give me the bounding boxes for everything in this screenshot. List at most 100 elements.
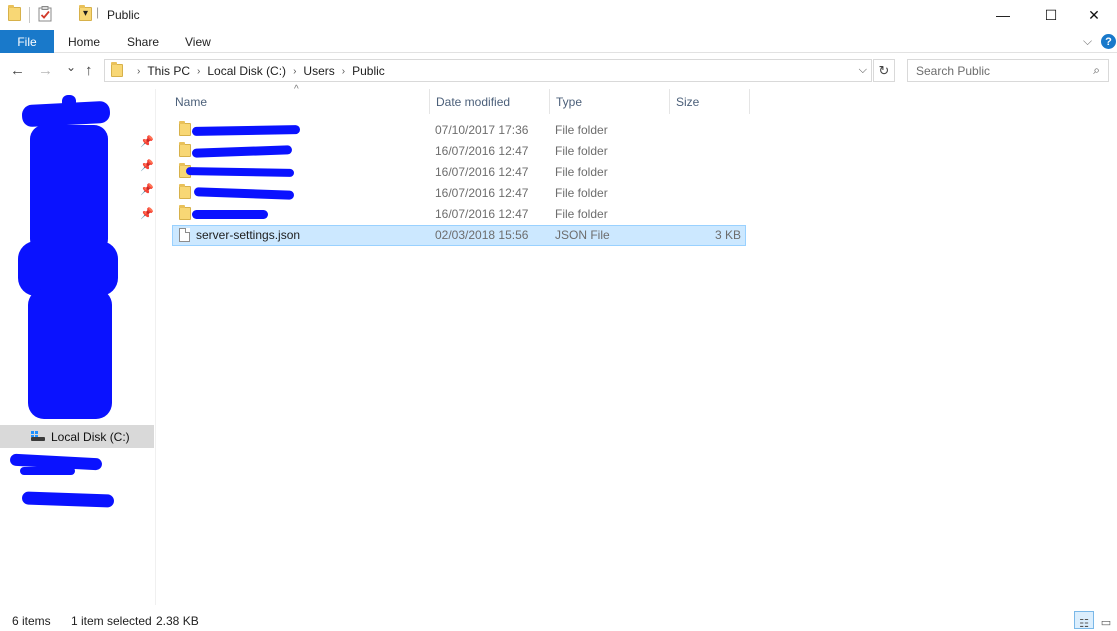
tab-file[interactable]: File bbox=[0, 30, 54, 53]
address-bar[interactable]: › This PC › Local Disk (C:) › Users › Pu… bbox=[104, 59, 872, 82]
breadcrumb-public[interactable]: Public bbox=[352, 64, 385, 78]
column-header-date[interactable]: Date modified bbox=[430, 89, 549, 114]
breadcrumb-local-disk[interactable]: Local Disk (C:) bbox=[207, 64, 286, 78]
item-name: server-settings.json bbox=[196, 228, 301, 242]
minimize-icon: — bbox=[996, 7, 1010, 23]
expand-ribbon-button[interactable]: ⌵ bbox=[1083, 34, 1092, 49]
properties-icon bbox=[38, 6, 52, 22]
window-title: Public bbox=[107, 8, 140, 22]
toolbar-divider bbox=[29, 7, 30, 23]
redacted-name bbox=[185, 167, 295, 177]
refresh-button[interactable]: ↻ bbox=[873, 59, 895, 82]
redacted-quick-access bbox=[62, 95, 76, 111]
item-type: JSON File bbox=[555, 228, 610, 242]
search-input[interactable] bbox=[916, 61, 1086, 81]
refresh-icon: ↻ bbox=[878, 62, 890, 78]
maximize-icon: ☐ bbox=[1044, 6, 1058, 23]
tab-share[interactable]: Share bbox=[127, 35, 159, 49]
breadcrumb-chevron[interactable]: › bbox=[197, 66, 200, 77]
pin-icon[interactable]: 📌 bbox=[140, 183, 154, 196]
item-date: 16/07/2016 12:47 bbox=[435, 165, 529, 179]
title-separator: | bbox=[96, 5, 100, 19]
list-item[interactable]: 07/10/2017 17:36 File folder bbox=[172, 120, 746, 141]
redacted-quick-access bbox=[28, 289, 112, 419]
redacted-quick-access bbox=[18, 241, 118, 296]
redacted-nav-item bbox=[21, 491, 115, 508]
selection-size: 2.38 KB bbox=[156, 614, 199, 628]
details-view-icon: ☷ bbox=[1079, 618, 1089, 630]
search-icon[interactable]: ⌕ bbox=[1093, 63, 1100, 78]
status-bar: 6 items 1 item selected 2.38 KB ☷ ▭ bbox=[0, 609, 1117, 631]
folder-icon bbox=[179, 142, 191, 160]
folder-icon bbox=[111, 62, 123, 77]
maximize-button[interactable]: ☐ bbox=[1028, 0, 1074, 30]
drive-icon bbox=[31, 431, 45, 441]
sidebar-item-local-disk[interactable]: Local Disk (C:) bbox=[0, 425, 154, 448]
forward-button[interactable]: → bbox=[38, 62, 53, 79]
selection-count: 1 item selected bbox=[71, 614, 152, 628]
breadcrumb-this-pc[interactable]: This PC bbox=[147, 64, 190, 78]
column-divider[interactable] bbox=[749, 89, 750, 114]
item-date: 02/03/2018 15:56 bbox=[435, 228, 529, 242]
sidebar-item-label: Local Disk (C:) bbox=[51, 430, 130, 444]
redacted-name bbox=[193, 187, 295, 200]
breadcrumb-chevron[interactable]: › bbox=[342, 66, 345, 77]
search-box: ⌕ bbox=[907, 59, 1109, 82]
redacted-quick-access bbox=[30, 125, 108, 253]
folder-icon bbox=[179, 121, 191, 139]
list-item[interactable]: 16/07/2016 12:47 File folder bbox=[172, 183, 746, 204]
item-count: 6 items bbox=[12, 614, 51, 628]
up-button[interactable]: ↑ bbox=[85, 62, 93, 79]
tab-view[interactable]: View bbox=[185, 35, 211, 49]
navigation-pane: 📌 📌 📌 📌 Local Disk (C:) bbox=[0, 89, 156, 605]
redacted-name bbox=[192, 210, 268, 219]
breadcrumb-chevron[interactable]: › bbox=[293, 66, 296, 77]
column-header-size[interactable]: Size bbox=[670, 89, 749, 114]
recent-locations-dropdown[interactable]: ⌄ bbox=[66, 60, 76, 74]
list-item[interactable]: 16/07/2016 12:47 File folder bbox=[172, 162, 746, 183]
customize-toolbar-dropdown[interactable]: ▾ bbox=[83, 8, 88, 19]
redacted-nav-item bbox=[20, 467, 75, 475]
list-item[interactable]: 16/07/2016 12:47 File folder bbox=[172, 204, 746, 225]
item-date: 16/07/2016 12:47 bbox=[435, 207, 529, 221]
breadcrumb-users[interactable]: Users bbox=[303, 64, 334, 78]
item-type: File folder bbox=[555, 186, 608, 200]
ribbon-tabs: File Home Share View ⌵ bbox=[0, 30, 1117, 53]
column-header-type[interactable]: Type bbox=[550, 89, 669, 114]
file-icon bbox=[179, 228, 190, 242]
address-history-dropdown[interactable]: ⌵ bbox=[859, 64, 867, 77]
folder-icon bbox=[179, 205, 191, 223]
redacted-name bbox=[191, 125, 301, 136]
pin-icon[interactable]: 📌 bbox=[140, 207, 154, 220]
pin-icon[interactable]: 📌 bbox=[140, 135, 154, 148]
back-button[interactable]: ← bbox=[10, 62, 25, 79]
minimize-button[interactable]: — bbox=[980, 0, 1026, 30]
folder-icon bbox=[8, 5, 21, 21]
close-icon: ✕ bbox=[1088, 6, 1100, 23]
help-button[interactable]: ? bbox=[1101, 34, 1116, 49]
close-button[interactable]: ✕ bbox=[1071, 0, 1117, 30]
breadcrumb-chevron[interactable]: › bbox=[137, 66, 140, 77]
pin-icon[interactable]: 📌 bbox=[140, 159, 154, 172]
folder-icon bbox=[179, 184, 191, 202]
title-bar: ▾ | Public — ☐ ✕ bbox=[0, 0, 1117, 30]
large-icons-view-icon: ▭ bbox=[1100, 617, 1112, 629]
redacted-name bbox=[191, 145, 293, 158]
list-item-selected[interactable]: server-settings.json 02/03/2018 15:56 JS… bbox=[172, 225, 746, 246]
tab-home[interactable]: Home bbox=[68, 35, 100, 49]
item-type: File folder bbox=[555, 144, 608, 158]
item-date: 16/07/2016 12:47 bbox=[435, 144, 529, 158]
column-header-name[interactable]: Name bbox=[169, 89, 429, 114]
item-type: File folder bbox=[555, 123, 608, 137]
list-item[interactable]: 16/07/2016 12:47 File folder bbox=[172, 141, 746, 162]
item-type: File folder bbox=[555, 207, 608, 221]
details-view-button[interactable]: ☷ bbox=[1074, 611, 1094, 630]
item-date: 07/10/2017 17:36 bbox=[435, 123, 529, 137]
breadcrumb: › This PC › Local Disk (C:) › Users › Pu… bbox=[130, 64, 385, 78]
large-icons-view-button[interactable]: ▭ bbox=[1096, 611, 1116, 629]
navigation-bar: ← → ⌄ ↑ › This PC › Local Disk (C:) › Us… bbox=[0, 53, 1117, 89]
properties-button[interactable] bbox=[38, 6, 52, 25]
item-size: 3 KB bbox=[714, 228, 741, 242]
item-type: File folder bbox=[555, 165, 608, 179]
item-date: 16/07/2016 12:47 bbox=[435, 186, 529, 200]
